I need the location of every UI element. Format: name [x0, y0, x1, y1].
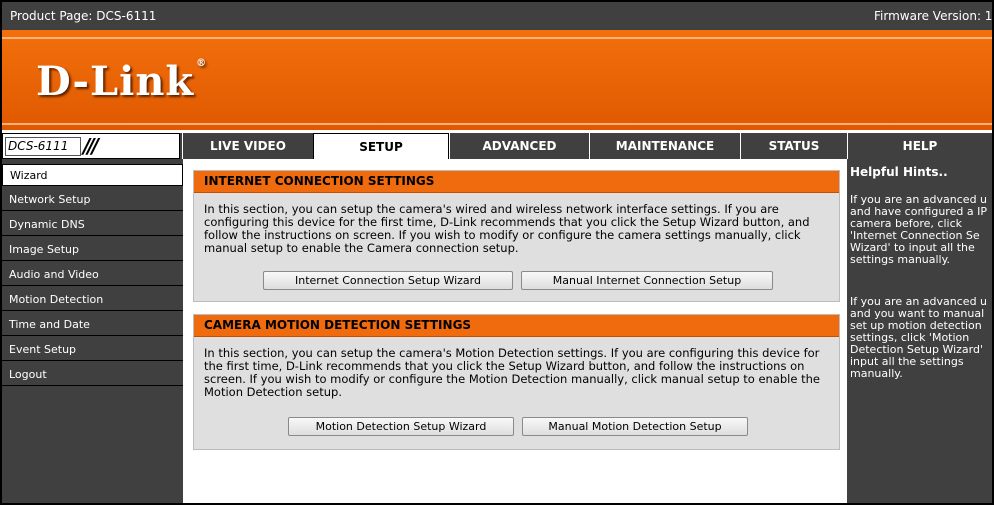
dlink-logo: D-Link ® [36, 58, 207, 105]
sidebar-item-image-setup[interactable]: Image Setup [2, 239, 183, 261]
sidebar-item-audio-and-video[interactable]: Audio and Video [2, 264, 183, 286]
tab-advanced[interactable]: ADVANCED [449, 133, 589, 159]
section-description: In this section, you can setup the camer… [204, 347, 831, 399]
sidebar-item-time-and-date[interactable]: Time and Date [2, 314, 183, 336]
main-content: INTERNET CONNECTION SETTINGS In this sec… [183, 159, 847, 503]
brand-banner: D-Link ® [2, 30, 992, 130]
tab-status[interactable]: STATUS [740, 133, 847, 159]
section-description: In this section, you can setup the camer… [204, 203, 831, 255]
sidebar-item-dynamic-dns[interactable]: Dynamic DNS [2, 214, 183, 236]
logo-text: D-Link [36, 58, 195, 105]
hints-title: Helpful Hints.. [850, 165, 948, 179]
firmware-version-label: Firmware Version: 1. [874, 9, 994, 23]
sidebar-item-wizard[interactable]: Wizard [2, 164, 183, 186]
tab-help[interactable]: HELP [847, 133, 992, 159]
hints-paragraph-2: If you are an advanced u and you want to… [850, 296, 992, 380]
sidebar-item-network-setup[interactable]: Network Setup [2, 189, 183, 211]
hint-line: settings manually. [850, 253, 951, 266]
motion-detection-section: CAMERA MOTION DETECTION SETTINGS In this… [193, 314, 840, 450]
registered-mark: ® [196, 58, 208, 69]
internet-connection-section: INTERNET CONNECTION SETTINGS In this sec… [193, 170, 840, 302]
tab-maintenance[interactable]: MAINTENANCE [589, 133, 740, 159]
model-cell: DCS-6111 /// [2, 133, 180, 159]
hints-paragraph-1: If you are an advanced u and have config… [850, 194, 992, 266]
hint-line: manually. [850, 367, 903, 380]
section-title: INTERNET CONNECTION SETTINGS [194, 171, 839, 193]
banner-bottom-stripe [2, 123, 992, 125]
description-line: Motion Detection setup. [204, 385, 342, 399]
model-name: DCS-6111 [5, 137, 81, 156]
sidebar-item-logout[interactable]: Logout [2, 364, 183, 386]
page-frame: Product Page: DCS-6111 Firmware Version:… [0, 0, 994, 505]
tab-setup[interactable]: SETUP [313, 133, 449, 159]
manual-internet-setup-button[interactable]: Manual Internet Connection Setup [521, 271, 773, 290]
sidebar-item-motion-detection[interactable]: Motion Detection [2, 289, 183, 311]
model-slashes: /// [83, 134, 99, 158]
banner-top-stripe [2, 37, 992, 39]
motion-setup-wizard-button[interactable]: Motion Detection Setup Wizard [288, 417, 514, 436]
top-info-bar: Product Page: DCS-6111 Firmware Version:… [2, 2, 992, 30]
manual-motion-setup-button[interactable]: Manual Motion Detection Setup [522, 417, 748, 436]
sidebar-item-event-setup[interactable]: Event Setup [2, 339, 183, 361]
section-title: CAMERA MOTION DETECTION SETTINGS [194, 315, 839, 337]
description-line: manual setup to enable the Camera connec… [204, 241, 519, 255]
tab-live-video[interactable]: LIVE VIDEO [182, 133, 313, 159]
internet-setup-wizard-button[interactable]: Internet Connection Setup Wizard [263, 271, 513, 290]
product-page-label: Product Page: DCS-6111 [10, 9, 157, 23]
helpful-hints-panel: Helpful Hints.. If you are an advanced u… [847, 159, 992, 503]
sidebar-menu: Wizard Network Setup Dynamic DNS Image S… [2, 159, 183, 503]
main-nav: DCS-6111 /// LIVE VIDEO SETUP ADVANCED M… [2, 133, 992, 159]
